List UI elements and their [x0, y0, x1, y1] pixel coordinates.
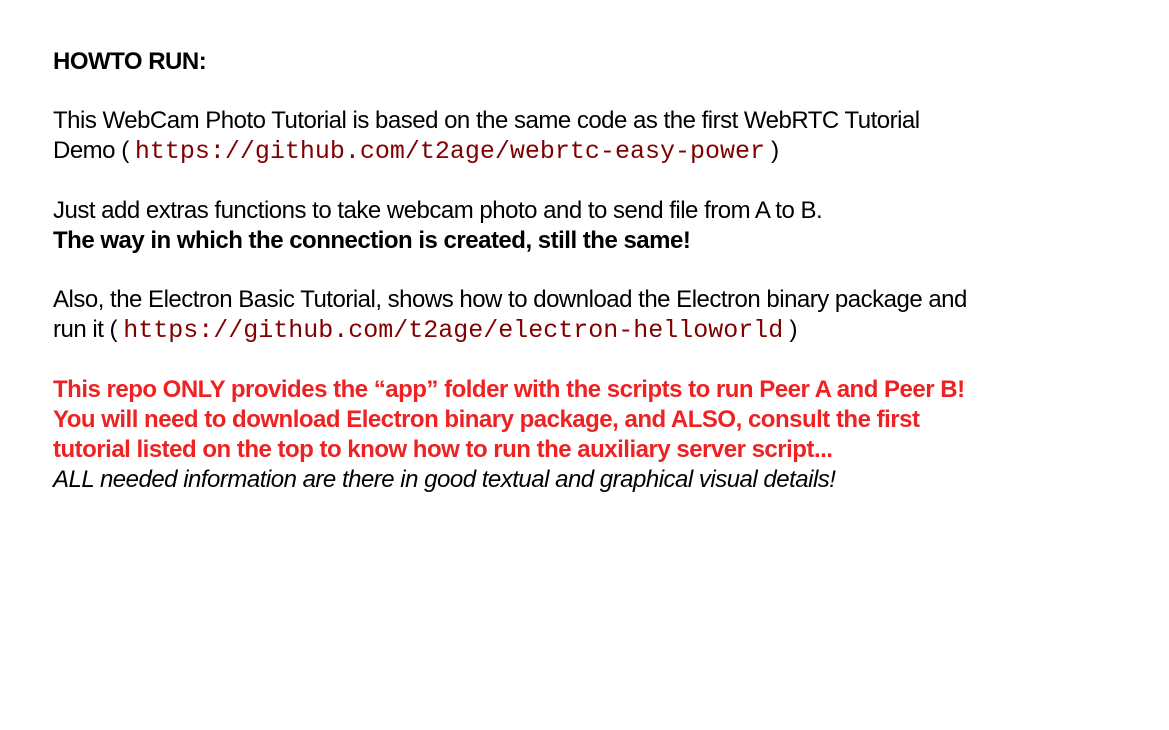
electron-link-suffix: )	[783, 316, 797, 343]
warning-line-3: tutorial listed on the top to know how t…	[53, 436, 833, 463]
warning-line-2: You will need to download Electron binar…	[53, 406, 920, 433]
extras-paragraph: Just add extras functions to take webcam…	[53, 196, 1153, 256]
electron-repo-link[interactable]: https://github.com/t2age/electron-hellow…	[123, 316, 783, 345]
section-heading: HOWTO RUN:	[53, 48, 207, 75]
electron-paragraph: Also, the Electron Basic Tutorial, shows…	[53, 285, 1153, 346]
warning-paragraph: This repo ONLY provides the “app” folder…	[53, 375, 1153, 495]
electron-link-prefix: run it (	[53, 316, 124, 343]
intro-link-suffix: )	[764, 137, 779, 164]
intro-paragraph: This WebCam Photo Tutorial is based on t…	[53, 106, 1153, 167]
electron-text: Also, the Electron Basic Tutorial, shows…	[53, 286, 967, 313]
intro-link-prefix: Demo (	[53, 137, 135, 164]
extras-text: Just add extras functions to take webcam…	[53, 197, 823, 224]
webrtc-repo-link[interactable]: https://github.com/t2age/webrtc-easy-pow…	[135, 137, 765, 166]
info-note: ALL needed information are there in good…	[53, 466, 836, 493]
connection-note: The way in which the connection is creat…	[53, 227, 691, 254]
warning-line-1: This repo ONLY provides the “app” folder…	[53, 376, 965, 403]
document-body: HOWTO RUN: This WebCam Photo Tutorial is…	[53, 47, 1153, 495]
intro-text: This WebCam Photo Tutorial is based on t…	[53, 107, 920, 134]
